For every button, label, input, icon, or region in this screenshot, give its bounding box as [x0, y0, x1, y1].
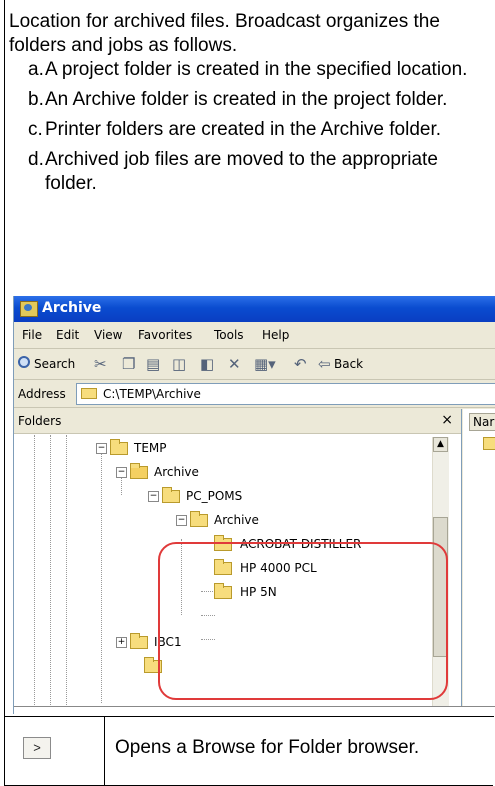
menu-favorites[interactable]: Favorites [138, 328, 192, 342]
document-table: Location for archived files. Broadcast o… [4, 0, 495, 786]
collapse-icon[interactable]: − [176, 515, 187, 526]
address-field[interactable]: C:\TEMP\Archive [76, 383, 495, 405]
collapse-icon[interactable]: − [116, 467, 127, 478]
file-list-pane: Nar [463, 409, 495, 714]
tree-guide [101, 453, 102, 703]
collapse-icon[interactable]: − [148, 491, 159, 502]
step-item: c. Printer folders are created in the Arc… [28, 118, 488, 142]
views-icon[interactable]: ▦▾ [254, 355, 276, 373]
copy-to-icon[interactable]: ◧ [200, 355, 214, 373]
folders-pane-header: Folders × [14, 409, 461, 434]
back-button-label[interactable]: Back [334, 357, 363, 375]
folder-icon [130, 633, 148, 649]
tree-item-label: Archive [154, 465, 199, 479]
cut-icon[interactable]: ✂ [94, 355, 107, 373]
intro-text: Location for archived files. Broadcast o… [9, 11, 440, 56]
explorer-screenshot: Archive File Edit View Favorites Tools H… [13, 296, 495, 714]
menu-help[interactable]: Help [262, 328, 289, 342]
back-arrow-icon[interactable]: ⇦ [318, 355, 331, 373]
browse-description-cell: Opens a Browse for Folder browser. [103, 716, 493, 786]
browse-button-cell: > [4, 716, 105, 786]
step-marker: b. [28, 89, 44, 110]
address-path: C:\TEMP\Archive [103, 387, 201, 401]
folders-pane-title: Folders [18, 414, 62, 428]
tree-item-label: TEMP [134, 441, 167, 455]
collapse-icon[interactable]: − [96, 443, 107, 454]
menu-view[interactable]: View [94, 328, 122, 342]
name-column-header[interactable]: Nar [469, 413, 495, 431]
address-bar: Address C:\TEMP\Archive [14, 380, 495, 408]
menu-edit[interactable]: Edit [56, 328, 79, 342]
copy-icon[interactable]: ❐ [122, 355, 135, 373]
archive-location-cell: Location for archived files. Broadcast o… [4, 0, 495, 717]
folder-icon [190, 511, 208, 527]
open-folder-icon [130, 463, 148, 479]
tree-guide [66, 435, 67, 714]
tree-guide [34, 435, 35, 714]
undo-icon[interactable]: ↶ [294, 355, 307, 373]
close-icon[interactable]: × [441, 412, 453, 428]
step-marker: a. [28, 59, 44, 80]
move-to-icon[interactable]: ◫ [172, 355, 186, 373]
scroll-up-icon[interactable]: ▲ [433, 437, 448, 452]
folder-icon [162, 487, 180, 503]
folder-icon [110, 439, 128, 455]
steps-list: a. A project folder is created in the spe… [28, 58, 488, 202]
browse-button[interactable]: > [23, 737, 51, 759]
name-column-label: Nar [473, 415, 495, 429]
folder-icon [81, 388, 97, 399]
step-item: b. An Archive folder is created in the pr… [28, 88, 488, 112]
expand-icon[interactable]: + [116, 637, 127, 648]
step-marker: d. [28, 149, 44, 170]
step-text: Printer folders are created in the Archi… [45, 119, 442, 140]
step-marker: c. [28, 119, 43, 140]
menu-tools[interactable]: Tools [214, 328, 244, 342]
explorer-window-icon [20, 301, 38, 317]
paste-icon[interactable]: ▤ [146, 355, 160, 373]
step-text: Archived job files are moved to the appr… [45, 149, 438, 194]
address-label: Address [18, 387, 66, 401]
tree-item-label: PC_POMS [186, 489, 243, 503]
window-titlebar: Archive [14, 296, 495, 322]
menu-bar: File Edit View Favorites Tools Help [14, 322, 495, 349]
torn-edge [14, 706, 495, 714]
delete-icon[interactable]: ✕ [228, 355, 241, 373]
toolbar: Search ✂ ❐ ▤ ◫ ◧ ✕ ▦▾ ↶ ⇦ Back [14, 349, 495, 380]
folder-icon [483, 437, 495, 450]
search-icon[interactable] [18, 356, 30, 368]
tree-item-label: Archive [214, 513, 259, 527]
search-button-label[interactable]: Search [34, 357, 75, 371]
tree-guide [50, 435, 51, 714]
step-item: a. A project folder is created in the spe… [28, 58, 488, 82]
tree-guide [121, 475, 122, 495]
window-title: Archive [42, 300, 102, 316]
step-item: d. Archived job files are moved to the ap… [28, 148, 488, 196]
highlight-callout [158, 542, 448, 700]
browse-description: Opens a Browse for Folder browser. [115, 737, 420, 758]
step-text: A project folder is created in the speci… [45, 59, 468, 80]
menu-file[interactable]: File [22, 328, 42, 342]
step-text: An Archive folder is created in the proj… [45, 89, 448, 110]
